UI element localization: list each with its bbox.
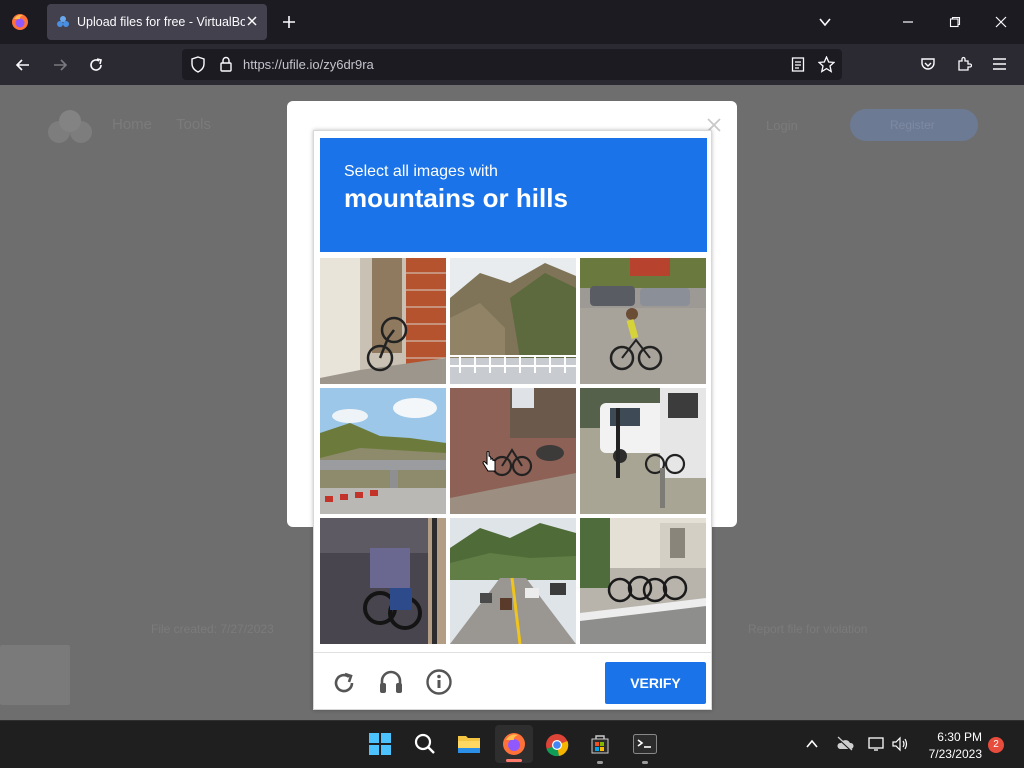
url-text: https://ufile.io/zy6dr9ra	[243, 57, 374, 72]
audio-challenge-icon[interactable]	[378, 669, 404, 695]
show-hidden-icons-icon[interactable]	[806, 739, 818, 749]
list-tabs-icon[interactable]	[818, 15, 832, 29]
back-icon[interactable]	[15, 57, 31, 73]
captcha-prompt: Select all images with mountains or hill…	[320, 138, 707, 252]
active-app-indicator	[506, 759, 522, 762]
register-button[interactable]: Register	[850, 109, 978, 141]
captcha-footer: VERIFY	[314, 652, 711, 709]
captcha-tile-6[interactable]	[580, 388, 706, 514]
captcha-tile-3[interactable]	[580, 258, 706, 384]
tracking-shield-icon[interactable]	[190, 56, 206, 73]
search-icon[interactable]	[414, 733, 436, 755]
captcha-tile-8[interactable]	[450, 518, 576, 644]
tab-active[interactable]: Upload files for free - VirtualBox	[47, 4, 267, 40]
tab-title: Upload files for free - VirtualBox	[77, 15, 245, 29]
address-bar[interactable]: https://ufile.io/zy6dr9ra	[182, 49, 842, 80]
captcha-tile-2[interactable]	[450, 258, 576, 384]
captcha-tile-1[interactable]	[320, 258, 446, 384]
captcha-tile-9[interactable]	[580, 518, 706, 644]
close-tab-icon[interactable]	[246, 15, 258, 27]
chrome-icon[interactable]	[545, 733, 569, 757]
file-explorer-icon[interactable]	[457, 733, 481, 755]
nav-home-link[interactable]: Home	[112, 116, 152, 133]
terminal-running-indicator	[642, 761, 648, 764]
windows-start-icon[interactable]	[369, 733, 391, 755]
report-link[interactable]: Report file for violation	[748, 622, 867, 636]
captcha-tile-7[interactable]	[320, 518, 446, 644]
captcha-target: mountains or hills	[344, 183, 568, 213]
nav-tools-link[interactable]: Tools	[176, 116, 211, 133]
notification-badge[interactable]: 2	[988, 737, 1004, 753]
taskbar-firefox-button[interactable]	[495, 725, 533, 763]
onedrive-offline-icon[interactable]	[836, 736, 854, 752]
reader-view-icon[interactable]	[791, 57, 805, 72]
terminal-icon[interactable]	[633, 734, 657, 754]
verify-button[interactable]: VERIFY	[605, 662, 706, 704]
clock-time[interactable]: 6:30 PM	[922, 730, 982, 744]
refresh-icon[interactable]	[332, 671, 356, 695]
navigation-toolbar: https://ufile.io/zy6dr9ra	[0, 44, 1024, 85]
store-running-indicator	[597, 761, 603, 764]
nav-login-link[interactable]: Login	[766, 118, 798, 133]
bookmark-star-icon[interactable]	[818, 56, 835, 73]
volume-icon[interactable]	[891, 736, 909, 752]
clock-date[interactable]: 7/23/2023	[912, 747, 982, 761]
minimize-icon[interactable]	[902, 16, 914, 28]
recaptcha-badge	[0, 645, 70, 705]
site-favicon-icon	[56, 15, 70, 29]
info-icon[interactable]	[426, 669, 452, 695]
restore-icon[interactable]	[949, 16, 961, 28]
register-label: Register	[890, 118, 935, 132]
taskbar: 6:30 PM 7/23/2023 2	[0, 720, 1024, 768]
file-created-text: File created: 7/27/2023	[151, 622, 274, 636]
firefox-menu-icon[interactable]	[11, 13, 29, 31]
new-tab-icon[interactable]	[282, 15, 296, 29]
captcha-challenge: Select all images with mountains or hill…	[313, 130, 712, 710]
microsoft-store-icon[interactable]	[589, 733, 611, 755]
captcha-instruction: Select all images with	[344, 163, 498, 180]
app-menu-icon[interactable]	[992, 57, 1007, 71]
firefox-icon	[502, 732, 526, 756]
extensions-icon[interactable]	[956, 56, 972, 72]
forward-icon[interactable]	[52, 57, 68, 73]
ufile-logo-icon	[46, 109, 94, 145]
mouse-pointer-icon	[482, 451, 498, 475]
captcha-tile-4[interactable]	[320, 388, 446, 514]
pocket-icon[interactable]	[920, 56, 936, 72]
captcha-tile-5[interactable]	[450, 388, 576, 514]
close-window-icon[interactable]	[995, 16, 1007, 28]
tab-bar: Upload files for free - VirtualBox	[0, 0, 1024, 44]
lock-icon[interactable]	[219, 56, 233, 72]
network-icon[interactable]	[868, 736, 886, 752]
reload-icon[interactable]	[88, 57, 104, 73]
